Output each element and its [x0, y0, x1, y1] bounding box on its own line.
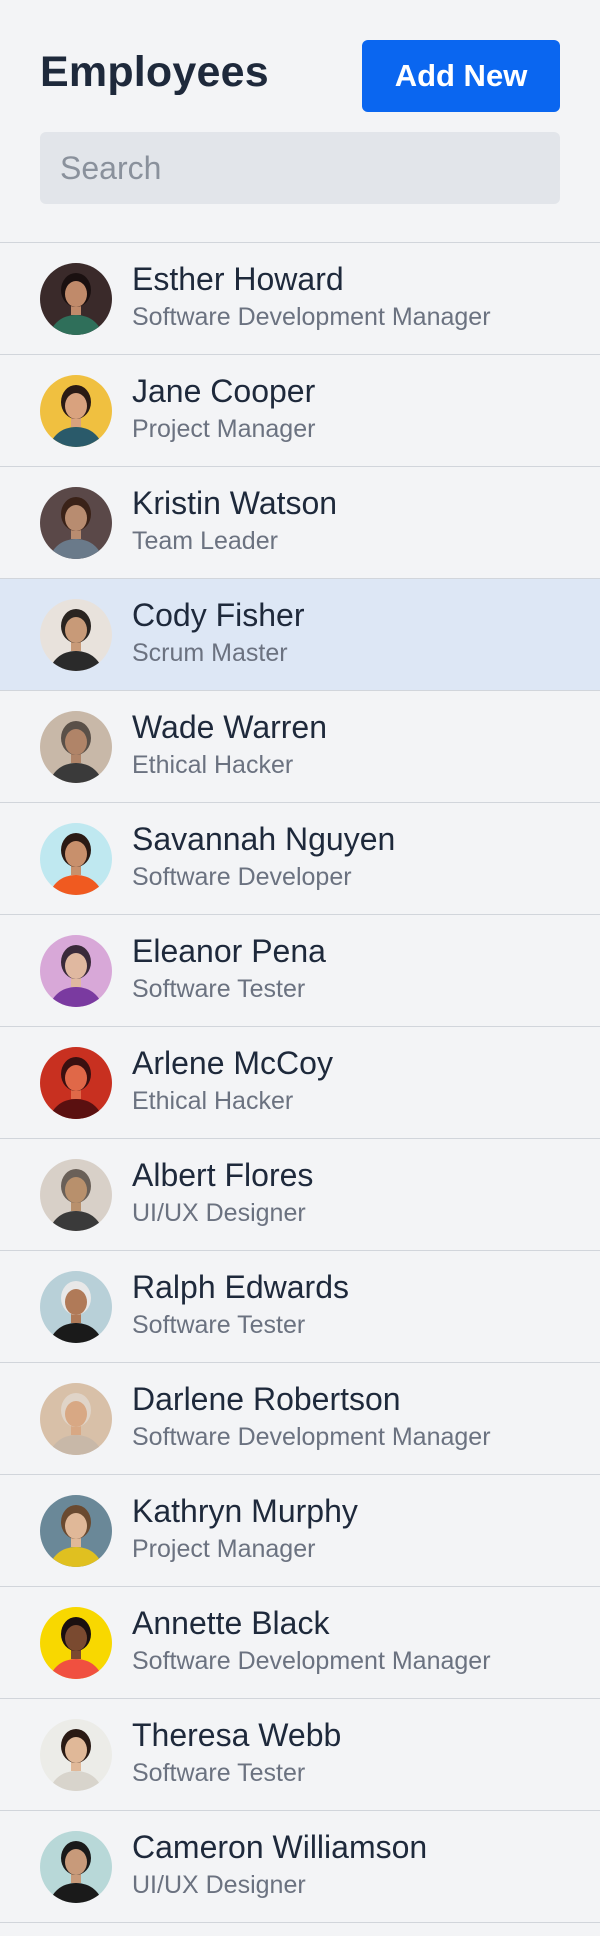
avatar	[40, 1495, 112, 1567]
employee-row[interactable]: Arlene McCoy Ethical Hacker	[0, 1027, 600, 1139]
avatar	[40, 599, 112, 671]
employee-name: Darlene Robertson	[132, 1381, 401, 1417]
employee-row[interactable]: Darlene Robertson Software Development Ma…	[0, 1363, 600, 1475]
employee-row[interactable]: Albert Flores UI/UX Designer	[0, 1139, 600, 1251]
employee-role: Software Developer	[132, 863, 352, 891]
employee-role: Team Leader	[132, 527, 278, 555]
employee-name: Kristin Watson	[132, 485, 338, 521]
employee-name: Arlene McCoy	[132, 1045, 333, 1081]
avatar	[40, 711, 112, 783]
employee-role: Scrum Master	[132, 639, 288, 667]
avatar	[40, 823, 112, 895]
employee-role: Software Development Manager	[132, 1423, 491, 1451]
employee-row[interactable]: Ralph Edwards Software Tester	[0, 1251, 600, 1363]
employee-list: Esther Howard Software Development Manage…	[0, 243, 600, 1923]
employee-role: Ethical Hacker	[132, 751, 294, 779]
avatar	[40, 1831, 112, 1903]
employee-role: Software Tester	[132, 1759, 306, 1787]
avatar	[40, 487, 112, 559]
employee-row[interactable]: Kristin Watson Team Leader	[0, 467, 600, 579]
employee-role: UI/UX Designer	[132, 1199, 306, 1227]
employee-row[interactable]: Wade Warren Ethical Hacker	[0, 691, 600, 803]
employee-row[interactable]: Esther Howard Software Development Manage…	[0, 243, 600, 355]
employee-role: Project Manager	[132, 1535, 316, 1563]
employee-row[interactable]: Jane Cooper Project Manager	[0, 355, 600, 467]
employee-row[interactable]: Annette Black Software Development Manage…	[0, 1587, 600, 1699]
employee-role: UI/UX Designer	[132, 1871, 306, 1899]
employee-role: Software Tester	[132, 1311, 306, 1339]
employee-name: Cameron Williamson	[132, 1829, 428, 1865]
employee-role: Project Manager	[132, 415, 316, 443]
employee-name: Eleanor Pena	[132, 933, 326, 969]
employee-name: Ralph Edwards	[132, 1269, 349, 1305]
employee-name: Esther Howard	[132, 261, 344, 297]
employee-name: Wade Warren	[132, 709, 328, 745]
employee-name: Albert Flores	[132, 1157, 314, 1193]
employee-row[interactable]: Savannah Nguyen Software Developer	[0, 803, 600, 915]
avatar	[40, 1047, 112, 1119]
employee-row[interactable]: Eleanor Pena Software Tester	[0, 915, 600, 1027]
employee-role: Software Development Manager	[132, 1647, 491, 1675]
employee-name: Kathryn Murphy	[132, 1493, 358, 1529]
employee-name: Jane Cooper	[132, 373, 316, 409]
avatar	[40, 935, 112, 1007]
avatar	[40, 263, 112, 335]
list-header: Employees Add New	[0, 0, 600, 243]
employee-name: Annette Black	[132, 1605, 330, 1641]
employee-name: Theresa Webb	[132, 1717, 342, 1753]
employee-name: Cody Fisher	[132, 597, 305, 633]
employee-row[interactable]: Kathryn Murphy Project Manager	[0, 1475, 600, 1587]
employee-role: Ethical Hacker	[132, 1087, 294, 1115]
avatar	[40, 1159, 112, 1231]
avatar	[40, 1383, 112, 1455]
search-input[interactable]	[40, 132, 560, 204]
avatar	[40, 375, 112, 447]
add-new-button[interactable]: Add New	[362, 40, 560, 112]
employee-name: Savannah Nguyen	[132, 821, 396, 857]
avatar	[40, 1607, 112, 1679]
page-title: Employees	[40, 48, 269, 96]
avatar	[40, 1719, 112, 1791]
employee-row[interactable]: Cameron Williamson UI/UX Designer	[0, 1811, 600, 1923]
avatar	[40, 1271, 112, 1343]
employee-row[interactable]: Theresa Webb Software Tester	[0, 1699, 600, 1811]
employee-row[interactable]: Cody Fisher Scrum Master	[0, 579, 600, 691]
employee-role: Software Tester	[132, 975, 306, 1003]
employee-role: Software Development Manager	[132, 303, 491, 331]
